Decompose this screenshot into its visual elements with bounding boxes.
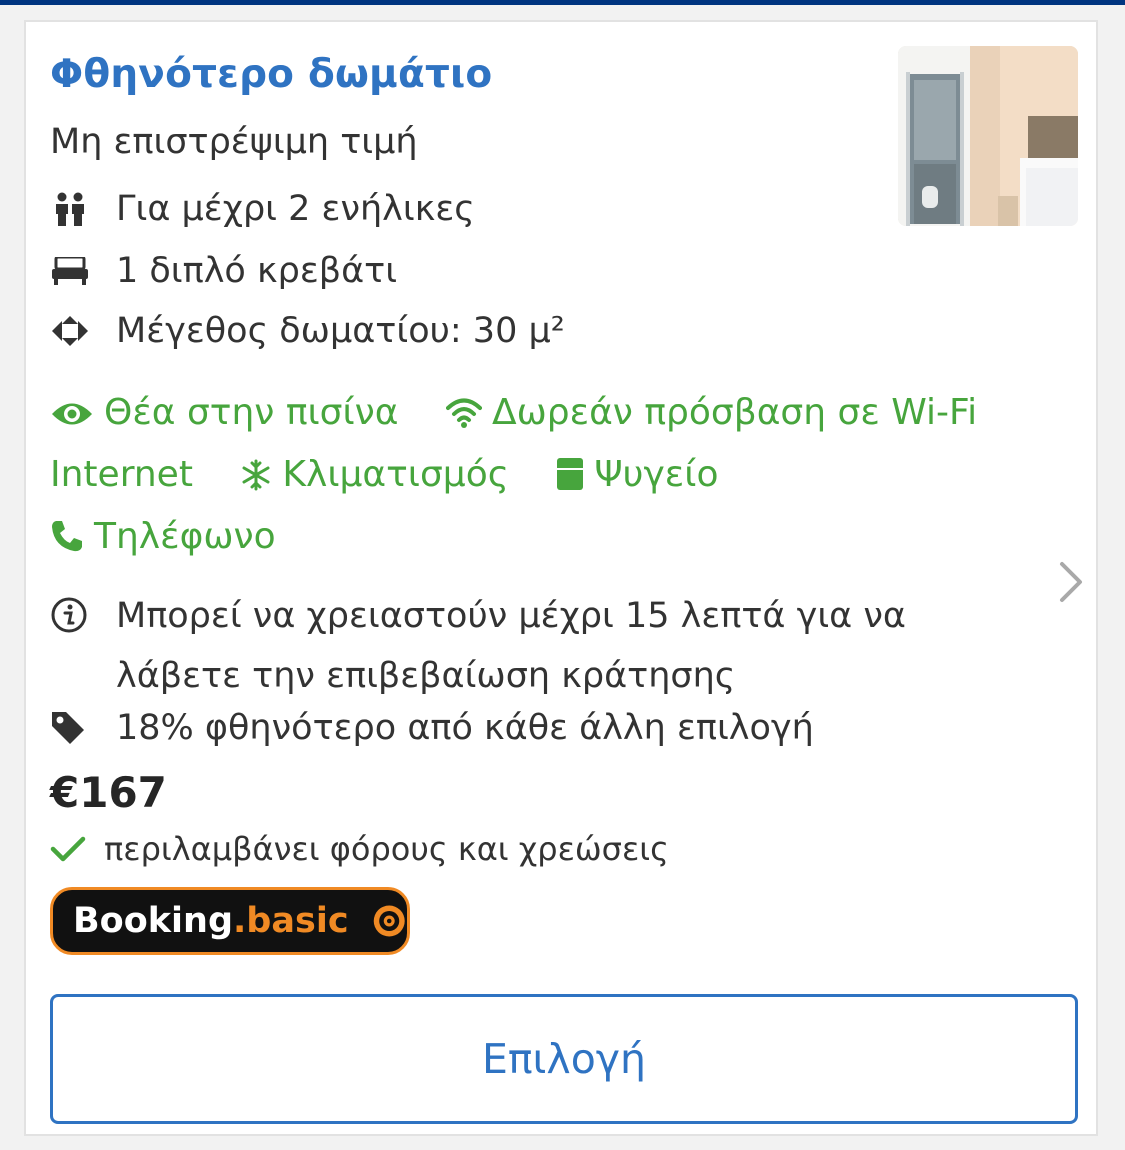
amenity-fridge: Ψυγείο bbox=[556, 454, 718, 495]
eye-icon bbox=[52, 403, 92, 425]
feature-size-text: Μέγεθος δωματίου: 30 μ² bbox=[116, 311, 565, 351]
deal-row: 18% φθηνότερο από κάθε άλλη επιλογή bbox=[50, 708, 814, 748]
feature-guests: Για μέχρι 2 ενήλικες bbox=[50, 186, 475, 232]
room-title[interactable]: Φθηνότερο δωμάτιο bbox=[50, 52, 492, 97]
booking-basic-badge: Booking .basic bbox=[50, 887, 410, 955]
confirmation-info-text: Μπορεί να χρειαστούν μέχρι 15 λεπτά για … bbox=[116, 596, 906, 696]
info-icon bbox=[51, 597, 87, 633]
tag-icon bbox=[50, 710, 90, 746]
wifi-icon bbox=[445, 398, 482, 428]
confirmation-info: Μπορεί να χρειαστούν μέχρι 15 λεπτά για … bbox=[50, 586, 1030, 706]
tax-note-text: περιλαμβάνει φόρους και χρεώσεις bbox=[104, 830, 669, 868]
amenity-air-conditioning: Κλιματισμός bbox=[240, 454, 509, 495]
price-amount: €167 bbox=[50, 768, 167, 817]
select-room-button[interactable]: Επιλογή bbox=[50, 994, 1078, 1124]
badge-brand: Booking bbox=[73, 901, 234, 941]
feature-guests-text: Για μέχρι 2 ενήλικες bbox=[116, 189, 475, 229]
feature-bed: 1 διπλό κρεβάτι bbox=[50, 248, 397, 294]
snowflake-icon bbox=[242, 459, 270, 491]
top-nav-bar bbox=[0, 0, 1125, 5]
target-logo-icon bbox=[373, 905, 405, 937]
chevron-right-icon[interactable] bbox=[1056, 560, 1086, 604]
phone-icon bbox=[52, 521, 82, 552]
badge-tier: .basic bbox=[233, 901, 349, 941]
checkmark-icon bbox=[50, 836, 86, 862]
fridge-icon bbox=[557, 458, 584, 490]
feature-bed-text: 1 διπλό κρεβάτι bbox=[116, 251, 398, 291]
guests-icon bbox=[50, 189, 90, 229]
room-photo[interactable] bbox=[898, 46, 1078, 226]
room-subtitle: Μη επιστρέψιμη τιμή bbox=[50, 122, 418, 162]
deal-text: 18% φθηνότερο από κάθε άλλη επιλογή bbox=[116, 708, 814, 748]
bed-icon bbox=[50, 251, 90, 291]
room-card[interactable]: Φθηνότερο δωμάτιο Μη επιστρέψιμη τιμή Γι… bbox=[24, 20, 1098, 1136]
amenity-pool-view: Θέα στην πισίνα bbox=[50, 392, 399, 433]
room-size-icon bbox=[50, 311, 90, 351]
amenities-list: Θέα στην πισίνα Δωρεάν πρόσβαση σε Wi-Fi… bbox=[50, 382, 1040, 568]
amenity-phone: Τηλέφωνο bbox=[50, 516, 276, 557]
tax-note: περιλαμβάνει φόρους και χρεώσεις bbox=[50, 830, 669, 868]
feature-size: Μέγεθος δωματίου: 30 μ² bbox=[50, 308, 565, 354]
room-photo-image bbox=[898, 46, 1078, 226]
